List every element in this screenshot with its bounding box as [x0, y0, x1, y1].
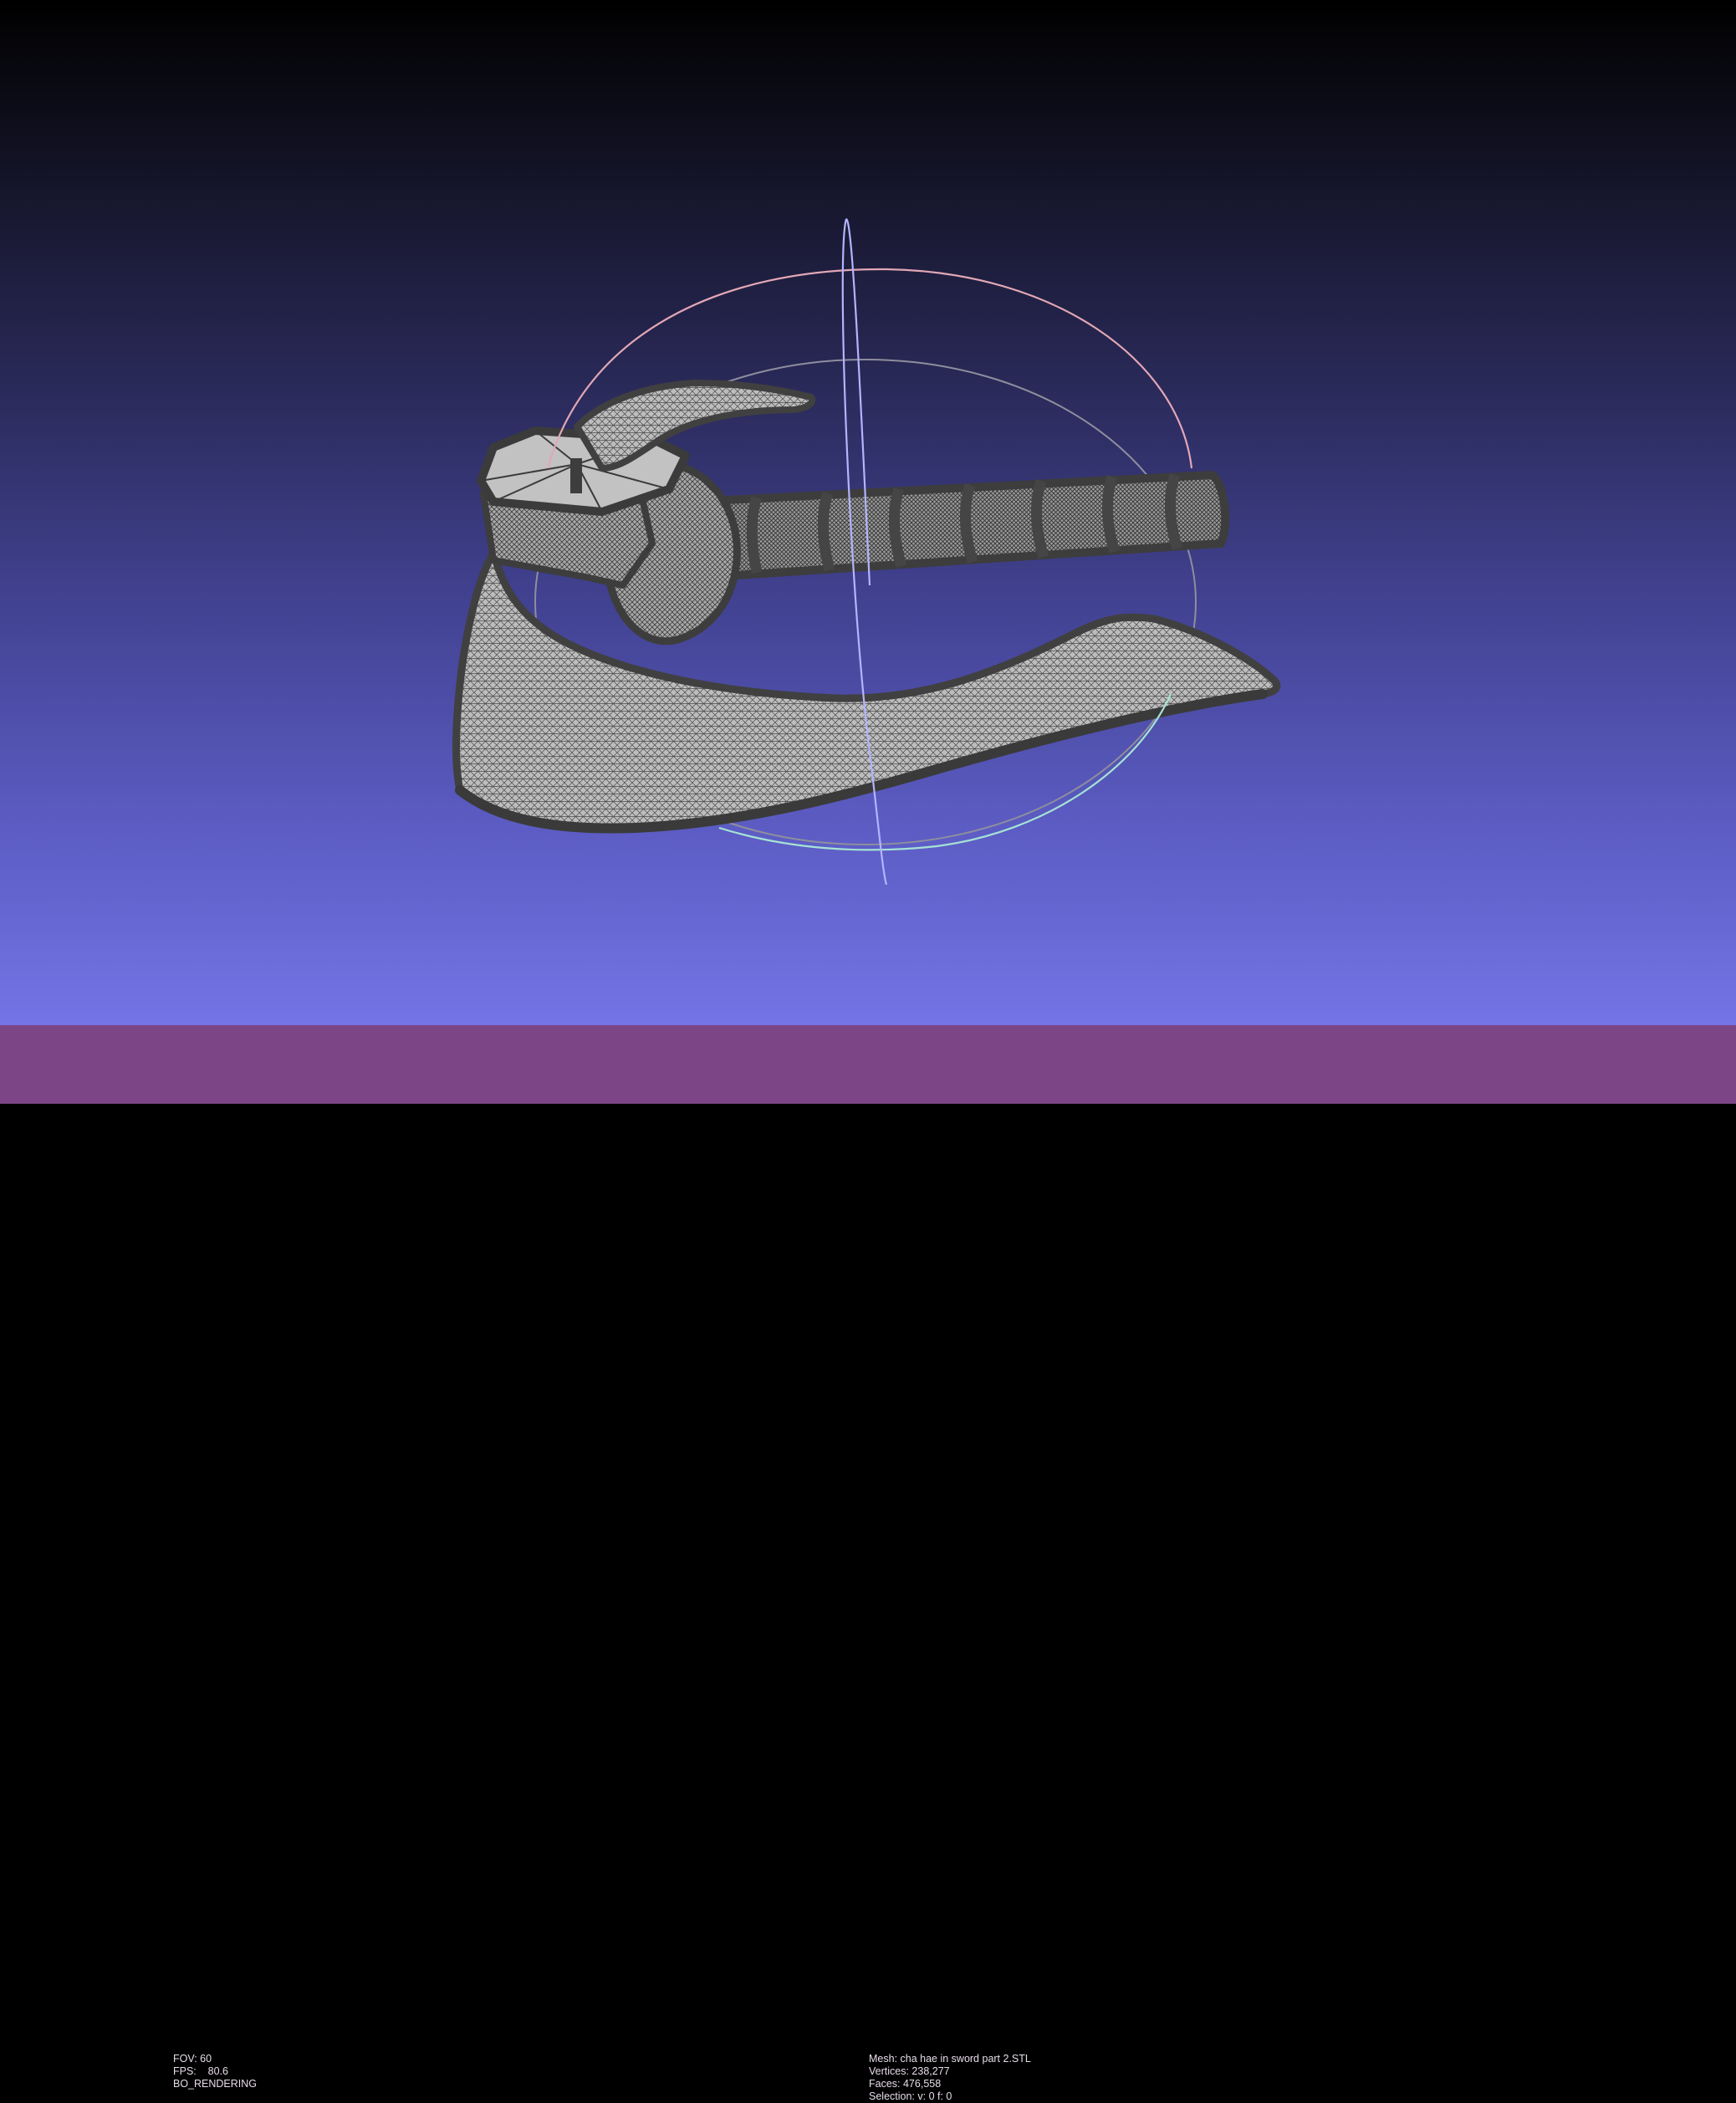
- status-bar: FOV: 60 FPS: 80.6 BO_RENDERING Mesh: cha…: [0, 1025, 1736, 2102]
- vertices-label: Vertices: 238,277: [869, 2065, 950, 2077]
- cap-post: [570, 458, 582, 493]
- selection-label: Selection: v: 0 f: 0: [869, 2090, 952, 2102]
- 3d-viewport[interactable]: [0, 0, 1736, 1025]
- mesh-info: Mesh: cha hae in sword part 2.STL Vertic…: [869, 2053, 1031, 2103]
- fov-label: FOV: 60: [173, 2053, 212, 2065]
- axe-spike: [574, 380, 816, 472]
- mesh-scene[interactable]: [0, 0, 1736, 1025]
- axe-handle: [690, 471, 1230, 581]
- mesh-name-label: Mesh: cha hae in sword part 2.STL: [869, 2053, 1031, 2065]
- render-mode-label: BO_RENDERING: [173, 2078, 258, 2090]
- render-info: FOV: 60 FPS: 80.6 BO_RENDERING: [173, 2053, 257, 2090]
- fps-label: FPS: 80.6: [173, 2065, 229, 2077]
- faces-label: Faces: 476,558: [869, 2078, 942, 2090]
